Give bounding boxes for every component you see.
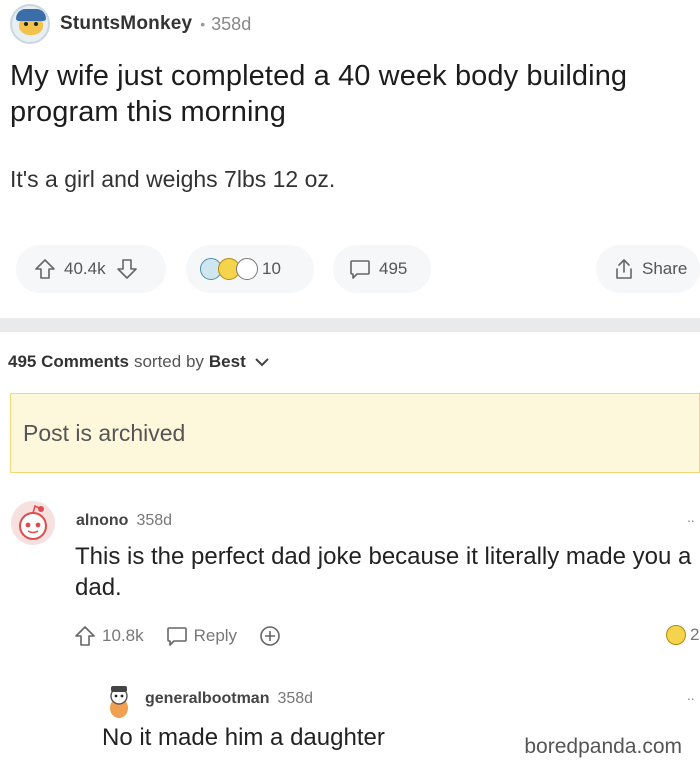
post-vote-count: 40.4k bbox=[64, 259, 106, 278]
post-age: 358d bbox=[211, 13, 252, 34]
watermark-text: boredpanda.com bbox=[524, 735, 682, 758]
comment-text: This is the perfect dad joke because it … bbox=[75, 543, 692, 601]
post-card: StuntsMonkey • 358d My wife just complet… bbox=[0, 0, 700, 318]
comment-username-line: generalbootman 358d bbox=[145, 690, 313, 708]
reply-label: Reply bbox=[193, 626, 238, 645]
user-avatar[interactable] bbox=[10, 4, 50, 44]
reply-button[interactable]: Reply bbox=[166, 625, 237, 647]
comment-award[interactable]: 2 bbox=[666, 625, 699, 645]
comment-username[interactable]: alnono bbox=[76, 512, 128, 529]
comment-upvote-button[interactable]: 10.8k bbox=[74, 625, 144, 647]
comment-sort-bar[interactable]: 495 Comments sorted by Best bbox=[8, 352, 270, 372]
awards-button[interactable]: 10 bbox=[186, 245, 314, 293]
sort-sorted-by: sorted by bbox=[133, 352, 204, 371]
share-label: Share bbox=[642, 259, 688, 278]
post-body: It's a girl and weighs 7lbs 12 oz. bbox=[10, 166, 336, 192]
share-icon bbox=[616, 259, 632, 279]
section-divider bbox=[0, 318, 700, 332]
post-actions: 40.4k 10 495 Share bbox=[0, 245, 700, 297]
snoo-avatar[interactable] bbox=[102, 684, 136, 720]
comments-button[interactable]: 495 bbox=[333, 245, 431, 293]
post-username[interactable]: StuntsMonkey bbox=[60, 13, 192, 35]
archived-text: Post is archived bbox=[23, 419, 186, 446]
plus-circle-icon[interactable] bbox=[259, 625, 281, 647]
comment-award-count: 2 bbox=[690, 625, 700, 644]
comment-vote-count: 10.8k bbox=[102, 626, 144, 645]
speech-bubble-icon bbox=[350, 260, 370, 279]
award-count: 10 bbox=[262, 259, 281, 278]
snoo-avatar[interactable] bbox=[10, 500, 56, 546]
post-header: StuntsMonkey • 358d bbox=[10, 4, 251, 44]
sort-order[interactable]: Best bbox=[209, 352, 246, 372]
vote-pill: 40.4k bbox=[16, 245, 166, 293]
share-button[interactable]: Share bbox=[596, 245, 700, 293]
comment-actions: 10.8k Reply bbox=[74, 625, 303, 647]
arrow-up-icon[interactable] bbox=[34, 258, 56, 280]
sort-comments-word: Comments bbox=[41, 352, 129, 371]
award-icons bbox=[200, 258, 258, 280]
add-award-button[interactable] bbox=[259, 625, 281, 647]
comment-count: 495 bbox=[379, 259, 408, 278]
comment-username-line: alnono 358d bbox=[76, 512, 172, 530]
post-title[interactable]: My wife just completed a 40 week body bu… bbox=[10, 58, 700, 130]
speech-bubble-icon bbox=[166, 627, 187, 646]
archived-notice: Post is archived bbox=[10, 393, 700, 473]
chevron-down-icon[interactable] bbox=[254, 356, 270, 368]
comment: alnono 358d ·· This is the perfect dad jo… bbox=[0, 492, 700, 662]
comment-username[interactable]: generalbootman bbox=[145, 690, 269, 707]
sort-comment-count: 495 bbox=[8, 352, 37, 371]
award-icon bbox=[666, 625, 686, 645]
separator-dot: • bbox=[200, 16, 206, 32]
comment-age: 358d bbox=[136, 512, 173, 529]
arrow-down-icon[interactable] bbox=[116, 258, 138, 280]
more-dots-icon[interactable]: ·· bbox=[687, 690, 695, 706]
more-dots-icon[interactable]: ·· bbox=[687, 512, 695, 528]
comment-age: 358d bbox=[277, 690, 314, 707]
arrow-up-icon[interactable] bbox=[74, 625, 96, 647]
award-icon bbox=[236, 258, 258, 280]
